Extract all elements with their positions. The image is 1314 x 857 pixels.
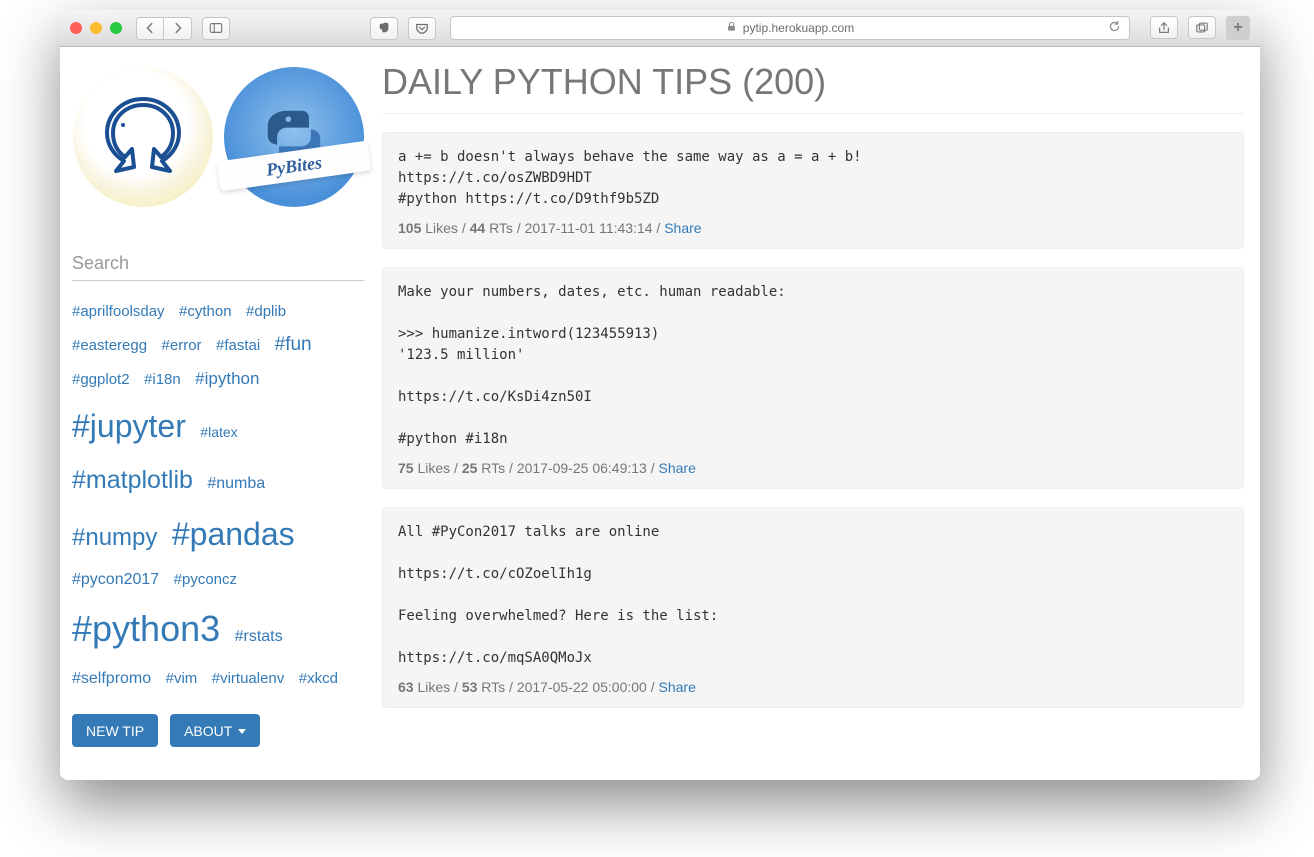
- tag-link[interactable]: #pycon2017: [72, 565, 159, 595]
- tag-link[interactable]: #rstats: [235, 622, 283, 652]
- chevron-right-icon: [171, 21, 185, 35]
- address-url: pytip.herokuapp.com: [743, 21, 854, 35]
- tag-link[interactable]: #virtualenv: [212, 665, 285, 694]
- pocket-extension-button[interactable]: [408, 17, 436, 40]
- snake-ouroboros-icon: [93, 87, 193, 187]
- window-controls: [70, 22, 122, 34]
- new-tab-button[interactable]: +: [1226, 16, 1250, 40]
- tag-link[interactable]: #pandas: [172, 504, 295, 565]
- tip-meta: 75 Likes / 25 RTs / 2017-09-25 06:49:13 …: [398, 460, 1228, 476]
- about-label: ABOUT: [184, 723, 232, 739]
- logo-row: PyBites: [72, 67, 364, 207]
- tag-link[interactable]: #aprilfoolsday: [72, 298, 165, 327]
- tips-list: a += b doesn't always behave the same wa…: [382, 132, 1244, 708]
- tag-link[interactable]: #xkcd: [299, 665, 338, 694]
- tag-link[interactable]: #numpy: [72, 515, 157, 561]
- close-window-button[interactable]: [70, 22, 82, 34]
- evernote-extension-button[interactable]: [370, 17, 398, 40]
- tag-link[interactable]: #latex: [200, 419, 237, 446]
- back-button[interactable]: [136, 17, 164, 40]
- pocket-icon: [415, 21, 429, 35]
- forward-button[interactable]: [164, 17, 192, 40]
- share-link[interactable]: Share: [659, 679, 696, 695]
- share-link[interactable]: Share: [664, 220, 701, 236]
- tag-link[interactable]: #cython: [179, 298, 232, 327]
- tag-link[interactable]: #vim: [166, 665, 198, 694]
- chevron-left-icon: [143, 21, 157, 35]
- pybites-logo[interactable]: PyBites: [224, 67, 364, 207]
- tip-meta: 63 Likes / 53 RTs / 2017-05-22 05:00:00 …: [398, 679, 1228, 695]
- tag-link[interactable]: #pyconcz: [174, 566, 237, 595]
- tip-card: All #PyCon2017 talks are online https://…: [382, 507, 1244, 708]
- lock-icon: [726, 21, 737, 35]
- nav-back-forward: [136, 17, 192, 40]
- search-input[interactable]: [72, 247, 364, 281]
- likes-count: 75: [398, 460, 414, 476]
- likes-label: Likes: [425, 220, 458, 236]
- browser-window: pytip.herokuapp.com +: [60, 10, 1260, 780]
- daily-python-tip-logo[interactable]: [73, 67, 213, 207]
- tip-timestamp: 2017-09-25 06:49:13: [517, 460, 647, 476]
- likes-label: Likes: [417, 679, 450, 695]
- sidebar-icon: [209, 21, 223, 35]
- tag-link[interactable]: #error: [162, 332, 202, 361]
- tag-link[interactable]: #selfpromo: [72, 664, 151, 694]
- tip-card: a += b doesn't always behave the same wa…: [382, 132, 1244, 249]
- tag-link[interactable]: #easteregg: [72, 332, 147, 361]
- tag-link[interactable]: #ipython: [195, 363, 259, 395]
- reload-button[interactable]: [1108, 20, 1121, 36]
- rts-count: 44: [470, 220, 486, 236]
- tabs-icon: [1195, 21, 1209, 35]
- tabs-button[interactable]: [1188, 16, 1216, 39]
- page-body: PyBites #aprilfoolsday #cython #dplib #e…: [60, 47, 1260, 780]
- plus-icon: +: [1233, 19, 1242, 37]
- maximize-window-button[interactable]: [110, 22, 122, 34]
- rts-label: RTs: [481, 460, 505, 476]
- elephant-icon: [377, 21, 391, 35]
- page-title: DAILY PYTHON TIPS (200): [382, 61, 1244, 114]
- new-tip-label: NEW TIP: [86, 723, 144, 739]
- tip-card: Make your numbers, dates, etc. human rea…: [382, 267, 1244, 489]
- about-dropdown-button[interactable]: ABOUT: [170, 714, 260, 747]
- main-content: DAILY PYTHON TIPS (200) a += b doesn't a…: [382, 47, 1244, 770]
- tag-link[interactable]: #fun: [275, 327, 312, 363]
- sidebar-toggle-button[interactable]: [202, 17, 230, 40]
- tag-link[interactable]: #python3: [72, 595, 220, 663]
- tag-link[interactable]: #fastai: [216, 332, 260, 361]
- share-link[interactable]: Share: [659, 460, 696, 476]
- caret-down-icon: [238, 729, 246, 734]
- tag-cloud: #aprilfoolsday #cython #dplib #easteregg…: [72, 297, 364, 694]
- tag-link[interactable]: #dplib: [246, 298, 286, 327]
- rts-count: 53: [462, 679, 478, 695]
- rts-count: 25: [462, 460, 478, 476]
- tag-link[interactable]: #matplotlib: [72, 457, 193, 505]
- likes-label: Likes: [417, 460, 450, 476]
- tag-link[interactable]: #i18n: [144, 366, 181, 395]
- tip-meta: 105 Likes / 44 RTs / 2017-11-01 11:43:14…: [398, 220, 1228, 236]
- reload-icon: [1108, 20, 1121, 33]
- tag-link[interactable]: #jupyter: [72, 396, 186, 457]
- share-icon: [1157, 21, 1171, 35]
- rts-label: RTs: [481, 679, 505, 695]
- likes-count: 63: [398, 679, 414, 695]
- rts-label: RTs: [489, 220, 513, 236]
- tip-timestamp: 2017-05-22 05:00:00: [517, 679, 647, 695]
- likes-count: 105: [398, 220, 421, 236]
- address-bar[interactable]: pytip.herokuapp.com: [450, 16, 1130, 40]
- share-button[interactable]: [1150, 16, 1178, 39]
- tag-link[interactable]: #numba: [207, 469, 265, 499]
- tag-link[interactable]: #ggplot2: [72, 366, 130, 395]
- tip-body: a += b doesn't always behave the same wa…: [398, 147, 1228, 210]
- browser-titlebar: pytip.herokuapp.com +: [60, 10, 1260, 47]
- new-tip-button[interactable]: NEW TIP: [72, 714, 158, 747]
- tip-body: Make your numbers, dates, etc. human rea…: [398, 282, 1228, 450]
- tip-body: All #PyCon2017 talks are online https://…: [398, 522, 1228, 669]
- minimize-window-button[interactable]: [90, 22, 102, 34]
- tip-timestamp: 2017-11-01 11:43:14: [525, 220, 653, 236]
- sidebar: PyBites #aprilfoolsday #cython #dplib #e…: [72, 47, 382, 770]
